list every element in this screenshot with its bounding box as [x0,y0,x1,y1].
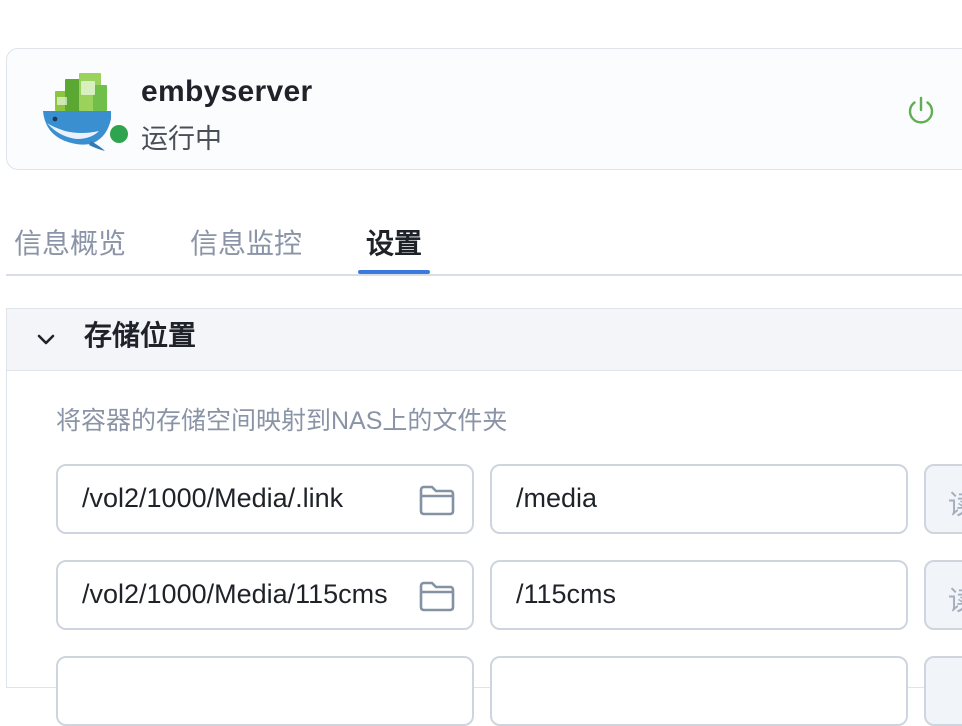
emby-whale-container-icon [43,73,111,151]
permission-value: 读 [948,579,962,618]
storage-section: 存储位置 将容器的存储空间映射到NAS上的文件夹 /vol2/1000/Medi… [6,308,962,726]
host-path-field[interactable] [56,656,474,726]
host-path-field[interactable]: /vol2/1000/Media/.link [56,464,474,534]
folder-icon[interactable] [418,484,456,516]
host-path-field[interactable]: /vol2/1000/Media/115cms [56,560,474,630]
storage-section-header[interactable]: 存储位置 [7,309,962,371]
tab-settings[interactable]: 设置 [366,222,422,262]
power-icon[interactable] [904,94,938,128]
container-path-field[interactable]: /115cms [490,560,908,630]
permission-select[interactable] [924,656,962,726]
folder-icon[interactable] [418,580,456,612]
container-path-field[interactable]: /media [490,464,908,534]
storage-section-title: 存储位置 [84,320,197,351]
storage-description: 将容器的存储空间映射到NAS上的文件夹 [56,407,508,435]
active-tab-indicator [358,270,430,274]
permission-select[interactable]: 读 [924,560,962,630]
chevron-down-icon[interactable] [35,329,57,351]
container-path-field[interactable] [490,656,908,726]
tab-bar: 信息概览 信息监控 设置 [6,210,962,276]
container-path-value: /media [516,483,598,513]
container-path-value: /115cms [516,579,617,609]
tab-overview[interactable]: 信息概览 [14,222,126,262]
permission-select[interactable]: 读 [924,464,962,534]
host-path-value: /vol2/1000/Media/.link [82,483,344,513]
permission-value: 读 [948,483,962,522]
app-status: 运行中 [141,124,222,154]
app-card: embyserver 运行中 [6,48,962,170]
app-name: embyserver [141,75,313,108]
host-path-value: /vol2/1000/Media/115cms [82,579,388,609]
tab-monitoring[interactable]: 信息监控 [190,222,302,262]
running-status-dot [108,123,130,145]
